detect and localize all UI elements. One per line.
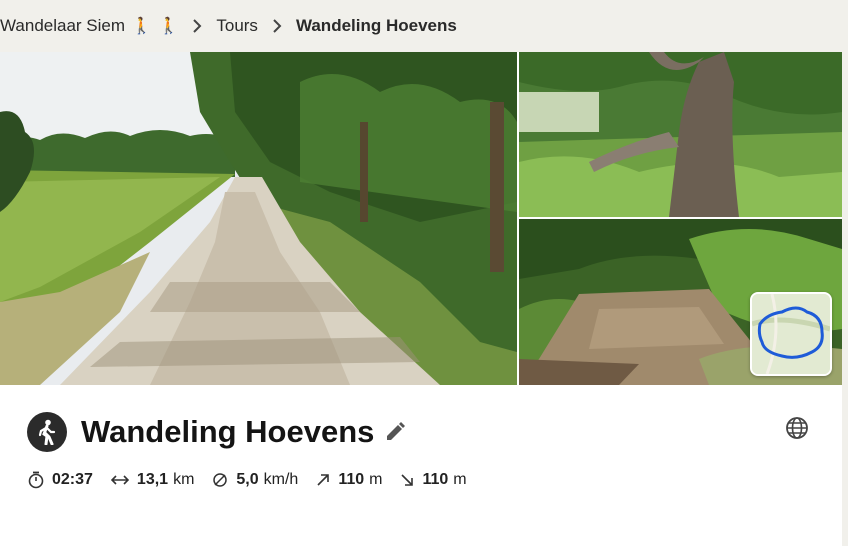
hiking-icon [27,412,67,452]
stat-uphill: 110 m [316,471,382,489]
walker-emoji-icon: 🚶 [131,18,152,35]
stat-distance-value: 13,1 [136,471,169,488]
uphill-arrow-icon [316,473,330,487]
stat-downhill-value: 110 [422,471,449,488]
stat-uphill-value: 110 [338,471,365,488]
pencil-edit-icon[interactable] [384,421,406,443]
stat-distance-unit: km [173,471,195,488]
route-map-thumbnail[interactable] [750,292,832,376]
speed-icon [212,472,228,488]
stat-speed-unit: km/h [263,471,299,488]
walker-emoji-icon: 🚶 [158,18,179,35]
stat-distance: 13,1 km [110,471,195,489]
tour-title-row: Wandeling Hoevens [27,412,406,452]
distance-arrows-icon [110,474,129,486]
stat-duration-value: 02:37 [52,471,93,488]
stat-downhill: 110 m [400,471,467,489]
photo-gallery [0,52,842,385]
breadcrumb-owner-label: Wandelaar Siem [0,16,126,35]
chevron-right-icon [192,19,202,33]
tour-title: Wandeling Hoevens [81,414,375,449]
breadcrumb-owner-link[interactable]: Wandelaar Siem 🚶 🚶 [0,16,178,36]
stat-downhill-unit: m [453,471,467,488]
stat-duration: 02:37 [28,471,93,489]
breadcrumb-current: Wandeling Hoevens [295,16,457,35]
tour-stats: 02:37 13,1 km 5,0 km/h 110 m 110 m [28,468,485,492]
stat-speed-value: 5,0 [236,471,259,488]
stopwatch-icon [28,471,44,489]
breadcrumb: Wandelaar Siem 🚶 🚶 Tours Wandeling Hoeve… [0,0,848,52]
downhill-arrow-icon [400,473,414,487]
chevron-right-icon [272,19,282,33]
stat-uphill-unit: m [369,471,383,488]
globe-icon[interactable] [785,416,809,445]
tour-photo-main[interactable] [0,52,517,385]
breadcrumb-tours-link[interactable]: Tours [216,16,258,36]
tour-photo-secondary[interactable] [519,52,842,217]
stat-speed: 5,0 km/h [212,471,298,489]
tour-card: Wandeling Hoevens 02:37 13,1 km 5,0 km/h… [0,52,842,546]
